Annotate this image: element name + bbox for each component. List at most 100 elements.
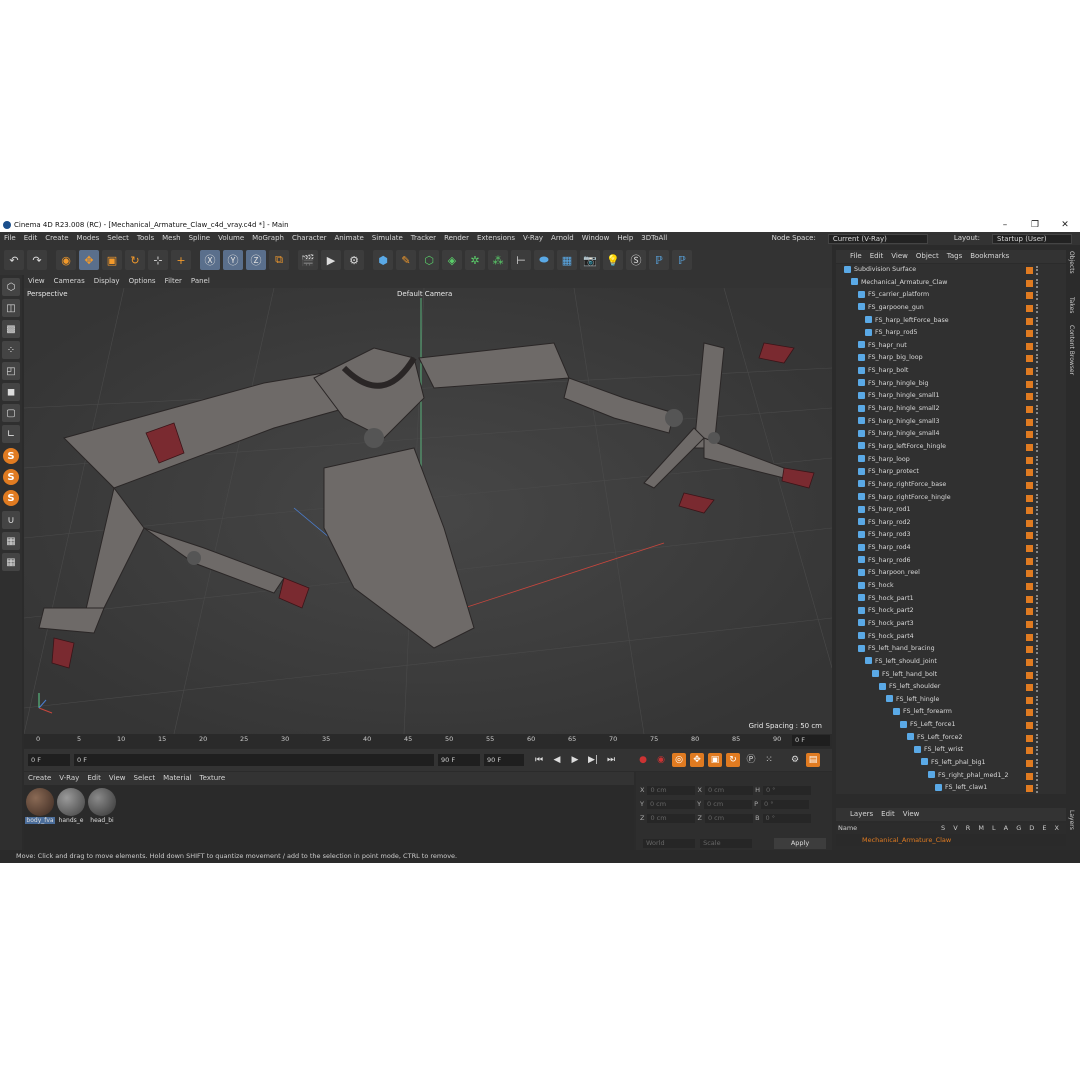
rotation-p-field[interactable]: 0 ° <box>761 800 810 809</box>
layer-color-tag[interactable] <box>1026 507 1033 515</box>
preview-range-slider[interactable]: 0 F <box>74 754 434 766</box>
object-row[interactable]: FS_harp_hingle_small4 <box>836 428 1066 441</box>
position-x-field[interactable]: 0 cm <box>647 786 696 795</box>
menu-vray[interactable]: V-Ray <box>523 232 543 245</box>
scale-key-icon[interactable]: ▣ <box>708 753 722 767</box>
object-row[interactable]: FS_Left_force2 <box>836 732 1066 745</box>
layer-color-tag[interactable] <box>1026 317 1033 325</box>
om-menu-object[interactable]: Object <box>916 250 939 263</box>
menu-file[interactable]: File <box>4 232 16 245</box>
object-row[interactable]: FS_garpoone_gun <box>836 302 1066 315</box>
timeline-icon[interactable]: ▤ <box>806 753 820 767</box>
last-tool-icon[interactable]: ⊹ <box>148 250 168 270</box>
layer-color-tag[interactable] <box>1026 545 1033 553</box>
object-row[interactable]: FS_left_wrist <box>836 744 1066 757</box>
floor-icon[interactable]: ▦ <box>557 250 577 270</box>
object-row[interactable]: FS_left_phal_big1 <box>836 757 1066 770</box>
visibility-toggle-icon[interactable] <box>1036 455 1040 465</box>
array-icon[interactable]: ✲ <box>465 250 485 270</box>
viewport-menu-options[interactable]: Options <box>129 275 156 288</box>
layer-color-tag[interactable] <box>1026 406 1033 414</box>
close-button[interactable]: ✕ <box>1050 218 1080 232</box>
menu-help[interactable]: Help <box>617 232 633 245</box>
visibility-toggle-icon[interactable] <box>1036 506 1040 516</box>
mat-menu-edit[interactable]: Edit <box>87 772 101 785</box>
menu-animate[interactable]: Animate <box>335 232 364 245</box>
play-icon[interactable]: ▶ <box>568 753 582 767</box>
visibility-toggle-icon[interactable] <box>1036 632 1040 642</box>
visibility-toggle-icon[interactable] <box>1036 405 1040 415</box>
layer-color-tag[interactable] <box>1026 608 1033 616</box>
parameter-key-icon[interactable]: Ⓟ <box>744 753 758 767</box>
mat-menu-view[interactable]: View <box>109 772 126 785</box>
object-row[interactable]: FS_harp_rod5 <box>836 327 1066 340</box>
previous-key-icon[interactable]: ◀ <box>550 753 564 767</box>
visibility-toggle-icon[interactable] <box>1036 746 1040 756</box>
layer-color-tag[interactable] <box>1026 355 1033 363</box>
tab-content-browser[interactable]: Content Browser <box>1068 325 1075 375</box>
object-row[interactable]: FS_harp_protect <box>836 466 1066 479</box>
visibility-toggle-icon[interactable] <box>1036 556 1040 566</box>
generator-icon[interactable]: ◈ <box>442 250 462 270</box>
layer-color-tag[interactable] <box>1026 747 1033 755</box>
scheme-icon[interactable]: ⚙ <box>788 753 802 767</box>
layer-color-tag[interactable] <box>1026 759 1033 767</box>
object-row[interactable]: FS_carrier_platform <box>836 289 1066 302</box>
object-row[interactable]: FS_harp_leftForce_base <box>836 315 1066 328</box>
object-row[interactable]: FS_harp_rod3 <box>836 529 1066 542</box>
visibility-toggle-icon[interactable] <box>1036 341 1040 351</box>
om-menu-bookmarks[interactable]: Bookmarks <box>970 250 1009 263</box>
layer-color-tag[interactable] <box>1026 646 1033 654</box>
object-row[interactable]: FS_hapr_nut <box>836 340 1066 353</box>
menu-tools[interactable]: Tools <box>137 232 154 245</box>
add-icon[interactable]: + <box>171 250 191 270</box>
object-row[interactable]: FS_left_should_joint <box>836 656 1066 669</box>
menu-character[interactable]: Character <box>292 232 327 245</box>
object-row[interactable]: FS_left_claw1 <box>836 782 1066 794</box>
layer-color-tag[interactable] <box>1026 267 1033 274</box>
object-row[interactable]: FS_harp_hingle_small2 <box>836 403 1066 416</box>
object-row[interactable]: FS_harpoon_reel <box>836 567 1066 580</box>
y-axis-icon[interactable]: Ⓨ <box>223 250 243 270</box>
tab-objects[interactable]: Objects <box>1068 251 1075 274</box>
layer-color-tag[interactable] <box>1026 279 1033 287</box>
visibility-toggle-icon[interactable] <box>1036 291 1040 301</box>
visibility-toggle-icon[interactable] <box>1036 607 1040 617</box>
om-menu-file[interactable]: File <box>850 250 862 263</box>
object-row[interactable]: FS_harp_leftForce_hingle <box>836 441 1066 454</box>
cube-icon[interactable]: ⬢ <box>373 250 393 270</box>
menu-window[interactable]: Window <box>582 232 610 245</box>
layout-dropdown[interactable]: Startup (User) <box>992 233 1072 244</box>
menu-edit[interactable]: Edit <box>24 232 38 245</box>
menu-arnold[interactable]: Arnold <box>551 232 574 245</box>
undo-icon[interactable]: ↶ <box>4 250 24 270</box>
quantize-icon[interactable]: S <box>3 490 19 506</box>
cloner-icon[interactable]: ⁂ <box>488 250 508 270</box>
layer-color-tag[interactable] <box>1026 292 1033 300</box>
layer-row[interactable]: Mechanical_Armature_Claw <box>836 834 1066 846</box>
perspective-viewport[interactable]: Perspective Default Camera Grid Spacing … <box>24 288 832 734</box>
visibility-toggle-icon[interactable] <box>1036 266 1040 275</box>
object-row[interactable]: FS_hock_part2 <box>836 605 1066 618</box>
size-x-field[interactable]: 0 cm <box>704 786 753 795</box>
visibility-toggle-icon[interactable] <box>1036 758 1040 768</box>
visibility-toggle-icon[interactable] <box>1036 417 1040 427</box>
menu-select[interactable]: Select <box>107 232 129 245</box>
visibility-toggle-icon[interactable] <box>1036 670 1040 680</box>
object-row[interactable]: FS_left_hand_bracing <box>836 643 1066 656</box>
current-frame-field[interactable]: 0 F <box>792 735 830 746</box>
visibility-toggle-icon[interactable] <box>1036 329 1040 339</box>
object-row[interactable]: FS_hock_part1 <box>836 593 1066 606</box>
tab-takes[interactable]: Takes <box>1068 297 1075 313</box>
visibility-toggle-icon[interactable] <box>1036 493 1040 503</box>
mat-menu-texture[interactable]: Texture <box>200 772 226 785</box>
object-row[interactable]: FS_harp_hingle_big <box>836 378 1066 391</box>
mat-menu-material[interactable]: Material <box>163 772 191 785</box>
next-key-icon[interactable]: ▶| <box>586 753 600 767</box>
layer-color-tag[interactable] <box>1026 722 1033 730</box>
layer-color-tag[interactable] <box>1026 633 1033 641</box>
menu-simulate[interactable]: Simulate <box>372 232 403 245</box>
snap-icon[interactable]: S <box>3 448 19 464</box>
uv-mode-icon[interactable]: ▢ <box>2 404 20 422</box>
layer-color-tag[interactable] <box>1026 469 1033 477</box>
